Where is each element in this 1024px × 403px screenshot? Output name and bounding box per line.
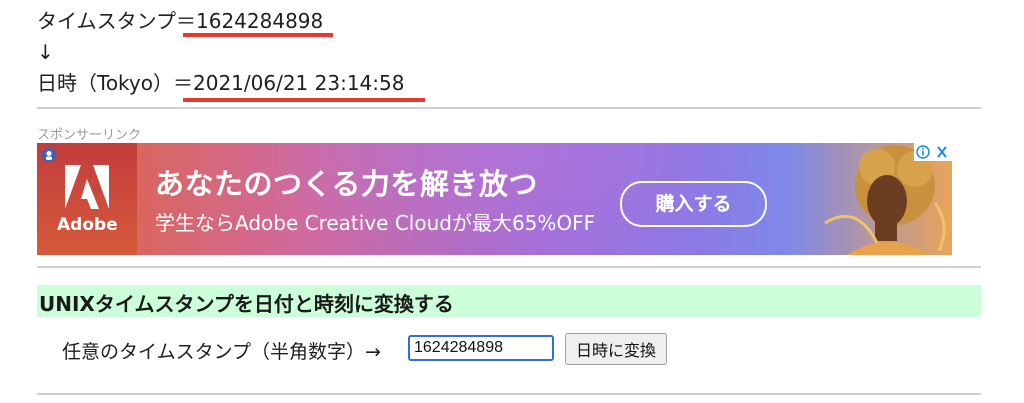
section-title: UNIXタイムスタンプを日付と時刻に変換する [39, 292, 454, 316]
ad-subtext: 学生ならAdobe Creative Cloudが最大65%OFF [155, 211, 596, 235]
timestamp-input[interactable] [408, 335, 554, 361]
timestamp-value: 1624284898 [196, 9, 324, 33]
timestamp-line: タイムスタンプ＝1624284898 [37, 8, 323, 34]
datetime-underline [183, 98, 425, 102]
adobe-logo-icon [65, 165, 109, 209]
divider [37, 393, 981, 395]
ad-buy-button[interactable]: 購入する [620, 181, 767, 227]
timestamp-field-label: 任意のタイムスタンプ（半角数字）→ [62, 341, 381, 363]
ad-banner[interactable]: Adobe あなたのつくる力を解き放つ 学生ならAdobe Creative C… [37, 143, 952, 255]
timestamp-underline [183, 33, 333, 37]
divider [37, 266, 981, 268]
sponsor-label: スポンサーリンク [37, 128, 142, 143]
datetime-value: 2021/06/21 23:14:58 [193, 71, 405, 95]
ad-info-icon[interactable] [914, 143, 952, 161]
shield-icon [41, 147, 57, 163]
timestamp-label: タイムスタンプ＝ [37, 9, 196, 33]
ad-choices[interactable] [914, 143, 952, 161]
section-title-bar: UNIXタイムスタンプを日付と時刻に変換する [37, 285, 981, 317]
down-arrow: ↓ [37, 40, 54, 64]
convert-button[interactable]: 日時に変換 [565, 333, 667, 365]
datetime-label: 日時（Tokyo）＝ [37, 71, 193, 95]
ad-headline: あなたのつくる力を解き放つ [155, 167, 538, 201]
adobe-logo-text: Adobe [57, 215, 118, 235]
ad-close-icon [937, 146, 947, 158]
divider [37, 107, 981, 109]
datetime-line: 日時（Tokyo）＝2021/06/21 23:14:58 [37, 70, 404, 96]
